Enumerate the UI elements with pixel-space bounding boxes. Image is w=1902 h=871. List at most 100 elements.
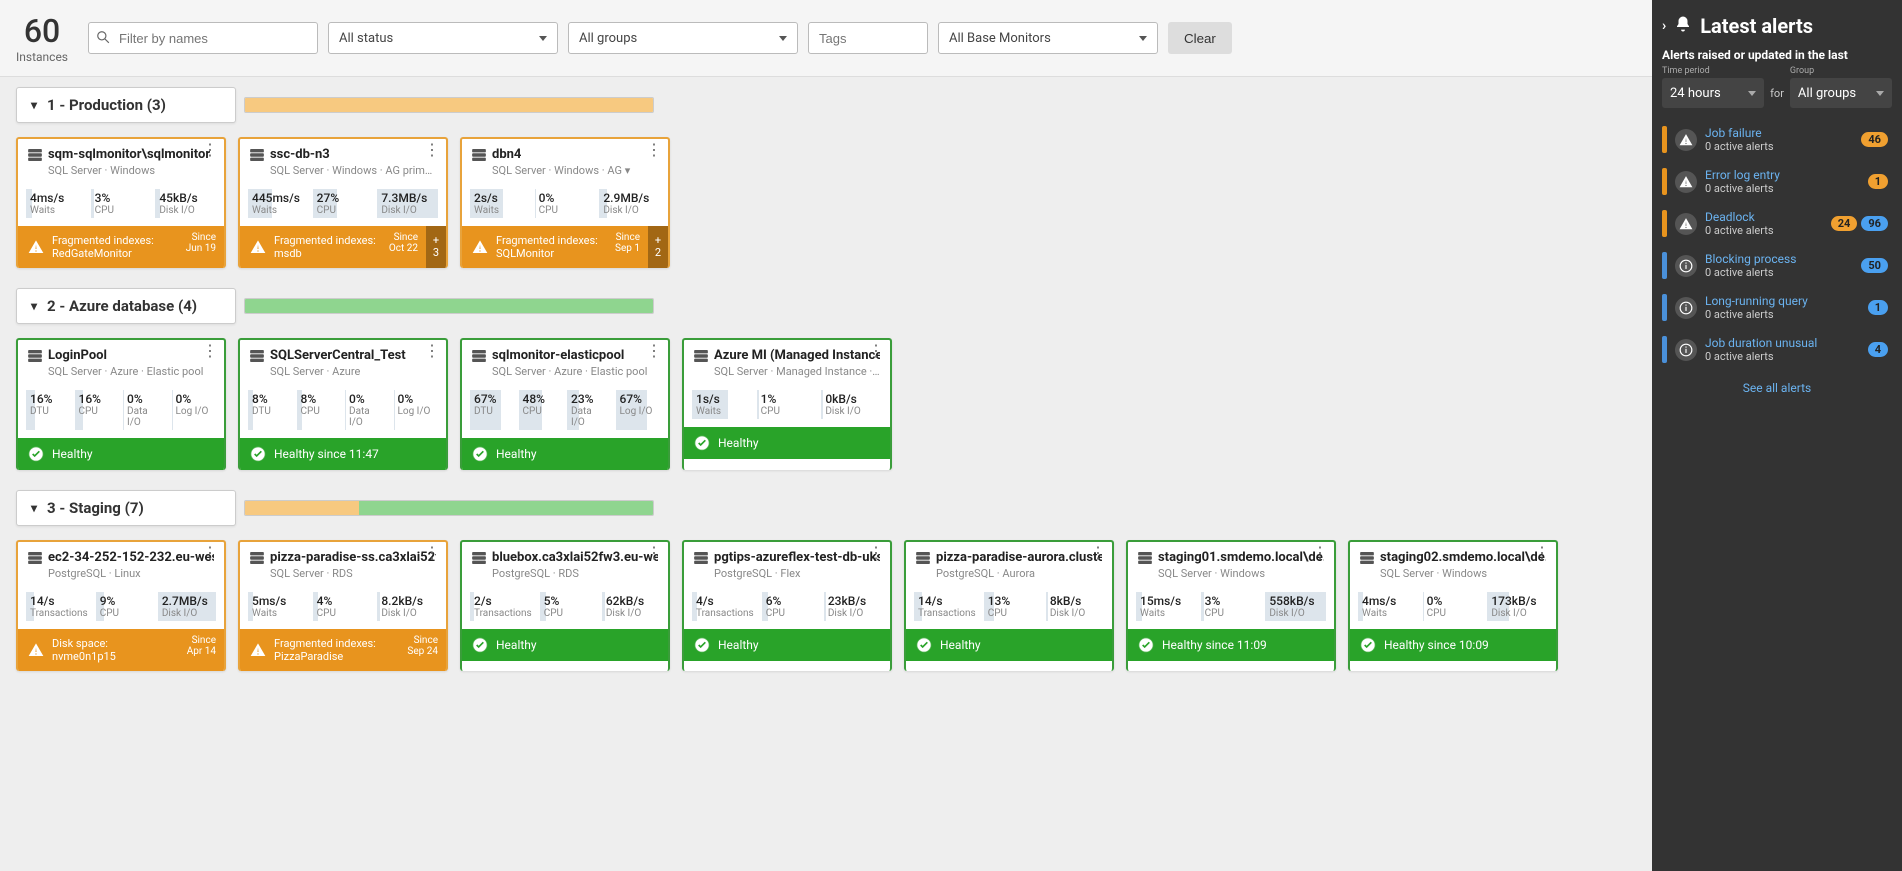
metric: 27%CPU [313,189,374,218]
warning-icon [250,239,266,255]
status-text: Healthy since 10:09 [1384,638,1489,652]
alert-item[interactable]: Job duration unusual0 active alerts4 [1662,330,1892,369]
card-menu-icon[interactable]: ⋮ [1090,548,1106,558]
metric-value: 27% [317,191,370,205]
metric: 16%DTU [26,390,71,430]
status-bar: Fragmented indexes: RedGateMonitorSinceJ… [18,226,224,268]
metric: 1s/sWaits [692,390,753,419]
metric-value: 4ms/s [1362,594,1415,608]
instance-card[interactable]: ⋮sqm-sqlmonitor\sqlmonitorSQL Server · W… [16,137,226,268]
alert-item[interactable]: Job failure0 active alerts46 [1662,120,1892,159]
instance-subtitle: SQL Server · Windows [1380,567,1546,580]
card-menu-icon[interactable]: ⋮ [868,346,884,356]
metric-label: DTU [30,406,67,417]
server-icon [250,149,264,161]
status-bar: Healthy [462,629,668,661]
card-menu-icon[interactable]: ⋮ [646,548,662,558]
metric-value: 0% [127,392,164,406]
filter-by-name [88,22,318,54]
more-alerts-badge[interactable]: +2 [648,226,668,268]
tags-input[interactable] [808,22,928,54]
card-menu-icon[interactable]: ⋮ [424,346,440,356]
metric-label: CPU [1205,608,1258,619]
metric-label: Waits [252,205,305,216]
card-menu-icon[interactable]: ⋮ [646,346,662,356]
monitors-select[interactable]: All Base Monitors [938,22,1158,54]
metric-label: CPU [301,406,338,417]
alert-subtitle: 0 active alerts [1705,266,1853,279]
instance-card[interactable]: ⋮dbn4SQL Server · Windows · AG ▾2s/sWait… [460,137,670,268]
card-menu-icon[interactable]: ⋮ [868,548,884,558]
card-menu-icon[interactable]: ⋮ [1312,548,1328,558]
server-icon [1360,552,1374,564]
alert-title: Deadlock [1705,210,1823,224]
instance-card[interactable]: ⋮staging02.smdemo.local\de…SQL Server · … [1348,540,1558,671]
alert-item[interactable]: Error log entry0 active alerts1 [1662,162,1892,201]
metrics-row: 15ms/sWaits3%CPU558kB/sDisk I/O [1128,586,1334,629]
metric-value: 0% [398,392,435,406]
card-menu-icon[interactable]: ⋮ [202,145,218,155]
metric-label: Disk I/O [1269,608,1322,619]
instance-card[interactable]: ⋮bluebox.ca3xlai52fw3.eu-wes…PostgreSQL … [460,540,670,671]
metric-label: CPU [1427,608,1480,619]
instance-card[interactable]: ⋮pizza-paradise-ss.ca3xlai52f…SQL Server… [238,540,448,671]
for-label: for [1770,87,1784,108]
status-select[interactable]: All status [328,22,558,54]
instance-card[interactable]: ⋮pizza-paradise-aurora.cluster-…PostgreS… [904,540,1114,671]
instance-card[interactable]: ⋮sqlmonitor-elasticpoolSQL Server · Azur… [460,338,670,470]
metric-value: 0% [1427,594,1480,608]
toolbar: 60 Instances All status All groups [0,0,1652,77]
status-text: Healthy since 11:09 [1162,638,1267,652]
alert-item[interactable]: Long-running query0 active alerts1 [1662,288,1892,327]
alert-count-badge: 4 [1868,342,1888,357]
instance-subtitle: PostgreSQL · RDS [492,567,658,580]
more-alerts-badge[interactable]: +3 [426,226,446,268]
metrics-row: 8%DTU8%CPU0%Data I/O0%Log I/O [240,384,446,438]
tags-filter [808,22,928,54]
card-menu-icon[interactable]: ⋮ [424,145,440,155]
metric: 0%CPU [1423,592,1484,621]
chevron-down-icon [1876,91,1884,96]
filter-input[interactable] [88,22,318,54]
instance-name: pgtips-azureflex-test-db-ukso… [694,550,880,565]
alert-item[interactable]: Blocking process0 active alerts50 [1662,246,1892,285]
groups-select[interactable]: All groups [568,22,798,54]
instance-subtitle: SQL Server · Windows · AG ▾ [492,164,658,177]
server-icon [472,149,486,161]
metric-label: CPU [544,608,594,619]
instance-card[interactable]: ⋮ec2-34-252-152-232.eu-west-…PostgreSQL … [16,540,226,671]
instance-card[interactable]: ⋮Azure MI (Managed Instance)…SQL Server … [682,338,892,470]
card-menu-icon[interactable]: ⋮ [1534,548,1550,558]
alert-item[interactable]: Deadlock0 active alerts2496 [1662,204,1892,243]
instance-card[interactable]: ⋮SQLServerCentral_TestSQL Server · Azure… [238,338,448,470]
instance-count-value: 60 [16,12,68,50]
chevron-right-icon[interactable]: › [1662,18,1666,34]
clear-button[interactable]: Clear [1168,22,1232,54]
instance-card[interactable]: ⋮LoginPoolSQL Server · Azure · Elastic p… [16,338,226,470]
time-period-select[interactable]: 24 hours [1662,78,1764,108]
group-header[interactable]: ▾3 - Staging (7) [16,490,236,526]
status-since: SinceSep 1 [615,232,640,254]
status-bar: Healthy [684,427,890,459]
group-header[interactable]: ▾1 - Production (3) [16,87,236,123]
alert-stripe [1662,210,1667,237]
alert-stripe [1662,126,1667,153]
metric: 0%Data I/O [123,390,168,430]
card-menu-icon[interactable]: ⋮ [202,346,218,356]
groups-select-label: All groups [579,31,637,46]
group-select[interactable]: All groups [1790,78,1892,108]
instance-card[interactable]: ⋮pgtips-azureflex-test-db-ukso…PostgreSQ… [682,540,892,671]
instance-card[interactable]: ⋮staging01.smdemo.local\de…SQL Server · … [1126,540,1336,671]
see-all-alerts-link[interactable]: See all alerts [1743,381,1811,395]
status-text: Healthy [718,436,759,450]
instance-card[interactable]: ⋮ssc-db-n3SQL Server · Windows · AG prim… [238,137,448,268]
card-menu-icon[interactable]: ⋮ [202,548,218,558]
info-icon [1675,297,1697,319]
metrics-row: 5ms/sWaits4%CPU8.2kB/sDisk I/O [240,586,446,629]
server-icon [250,552,264,564]
group-header[interactable]: ▾2 - Azure database (4) [16,288,236,324]
metric-value: 1s/s [696,392,749,406]
metric-value: 48% [523,392,560,406]
card-menu-icon[interactable]: ⋮ [646,145,662,155]
card-menu-icon[interactable]: ⋮ [424,548,440,558]
